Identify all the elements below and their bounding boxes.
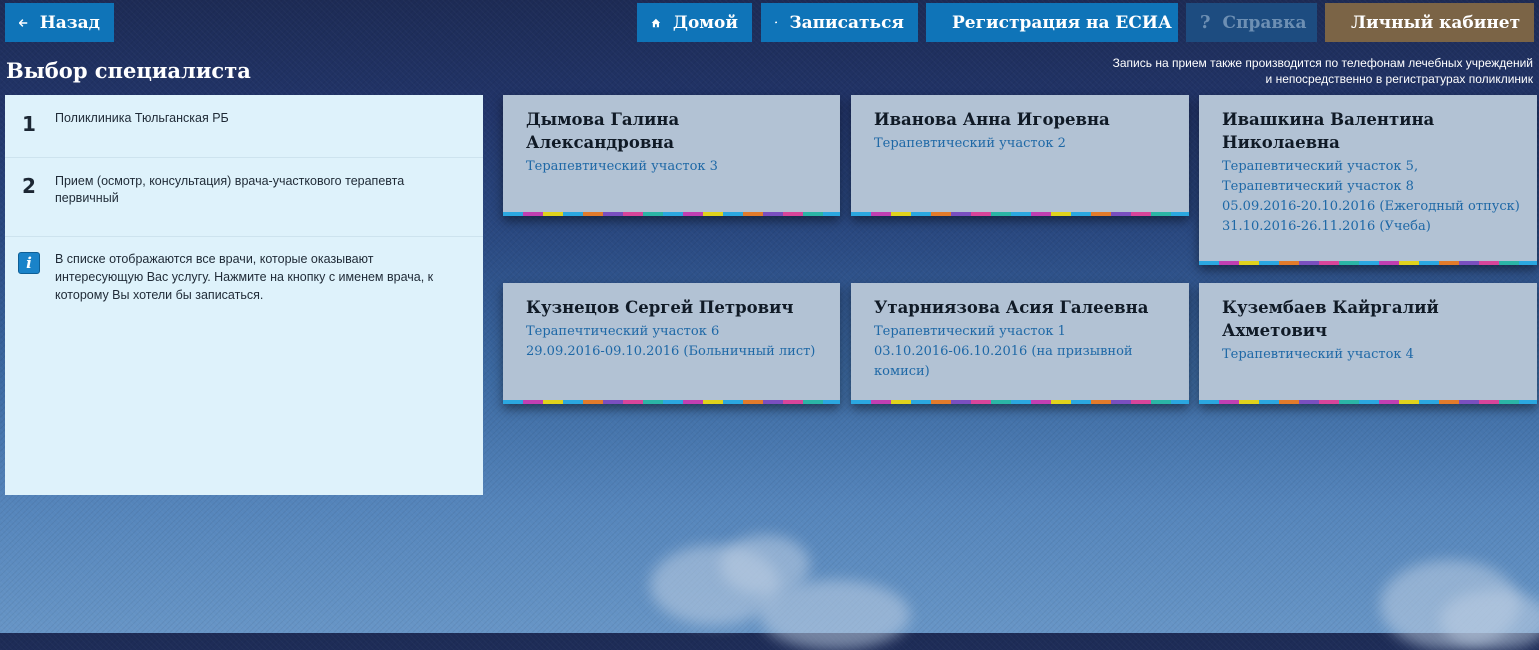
doctor-detail: Терапечтический участок 6	[526, 324, 720, 339]
signup-button-label: Записаться	[789, 12, 904, 33]
back-button-label: Назад	[39, 12, 100, 33]
step-service[interactable]: 2 Прием (осмотр, консультация) врача-уча…	[5, 158, 483, 237]
doctor-detail: Терапевтический участок 2	[874, 136, 1066, 151]
help-button-label: Справка	[1222, 12, 1307, 33]
help-button[interactable]: ? Справка	[1186, 3, 1317, 42]
doctor-name: Кузембаев Кайргалий Ахметович	[1222, 298, 1439, 340]
note-line: Запись на прием также производится по те…	[1112, 56, 1533, 70]
esia-button-label: Регистрация на ЕСИА	[952, 12, 1172, 33]
doctor-name: Утарниязова Асия Галеевна	[874, 298, 1149, 317]
doctor-absence: 31.10.2016-26.11.2016 (Учеба)	[1222, 219, 1431, 234]
arrow-left-icon	[19, 18, 28, 27]
info-text: В списке отображаются все врачи, которые…	[55, 252, 434, 302]
doctor-card[interactable]: Утарниязова Асия Галеевна Терапевтически…	[851, 283, 1189, 404]
question-mark-icon: ?	[1200, 12, 1211, 33]
doctor-absence: 03.10.2016-06.10.2016 (на призывной коми…	[874, 344, 1133, 379]
home-icon	[651, 18, 661, 27]
back-button[interactable]: Назад	[5, 3, 114, 42]
doctor-name: Кузнецов Сергей Петрович	[526, 298, 794, 317]
home-button[interactable]: Домой	[637, 3, 752, 42]
doctor-card[interactable]: Дымова Галина Александровна Терапевтичес…	[503, 95, 840, 216]
doctor-detail: Терапевтический участок 1	[874, 324, 1066, 339]
phone-booking-note: Запись на прием также производится по те…	[1113, 55, 1533, 87]
doctor-detail: Терапевтический участок 5, Терапевтическ…	[1222, 159, 1419, 194]
doctor-absence: 05.09.2016-20.10.2016 (Ежегодный отпуск)	[1222, 199, 1520, 214]
step-text: Поликлиника Тюльганская РБ	[55, 111, 229, 125]
cabinet-button-label: Личный кабинет	[1351, 12, 1521, 33]
note-line: и непосредственно в регистратурах поликл…	[1265, 72, 1533, 86]
speech-bubble-icon	[775, 21, 778, 24]
doctor-card[interactable]: Иванова Анна Игоревна Терапевтический уч…	[851, 95, 1189, 216]
step-number: 1	[22, 112, 36, 136]
info-icon: i	[18, 252, 40, 274]
selection-steps-panel: 1 Поликлиника Тюльганская РБ 2 Прием (ос…	[5, 95, 483, 495]
doctor-card[interactable]: Кузембаев Кайргалий Ахметович Терапевтич…	[1199, 283, 1537, 404]
background-cloud	[1440, 590, 1539, 650]
doctor-card[interactable]: Ивашкина Валентина Николаевна Терапевтич…	[1199, 95, 1537, 265]
doctor-name: Дымова Галина Александровна	[526, 110, 680, 152]
background-cloud	[760, 580, 910, 650]
doctor-card[interactable]: Кузнецов Сергей Петрович Терапечтический…	[503, 283, 840, 404]
page-title: Выбор специалиста	[6, 58, 251, 83]
esia-registration-button[interactable]: Регистрация на ЕСИА	[926, 3, 1178, 42]
doctor-name: Иванова Анна Игоревна	[874, 110, 1110, 129]
step-clinic[interactable]: 1 Поликлиника Тюльганская РБ	[5, 95, 483, 158]
personal-cabinet-button[interactable]: Личный кабинет	[1325, 3, 1534, 42]
doctor-absence: 29.09.2016-09.10.2016 (Больничный лист)	[526, 344, 816, 359]
step-number: 2	[22, 174, 36, 198]
signup-button[interactable]: Записаться	[761, 3, 918, 42]
step-text: Прием (осмотр, консультация) врача-участ…	[55, 174, 405, 205]
home-button-label: Домой	[672, 12, 738, 33]
doctor-detail: Терапевтический участок 4	[1222, 347, 1414, 362]
doctor-detail: Терапевтический участок 3	[526, 159, 718, 174]
doctor-name: Ивашкина Валентина Николаевна	[1222, 110, 1435, 152]
